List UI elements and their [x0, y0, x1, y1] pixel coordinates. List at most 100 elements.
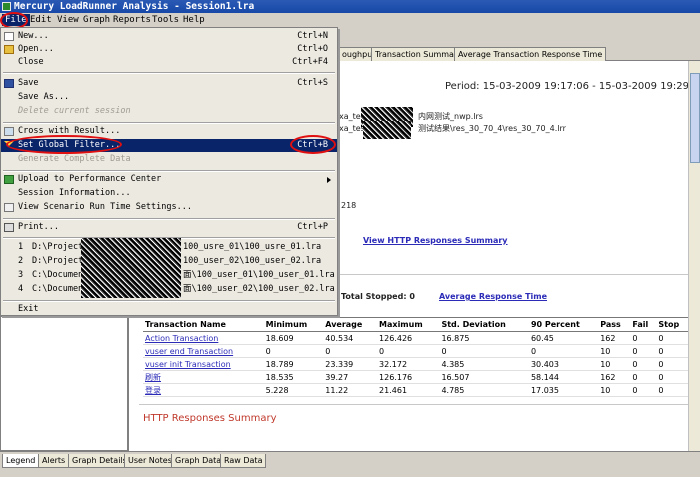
menu-item-label: Upload to Performance Center [18, 174, 162, 184]
recent-file-path-end: 100_user_02\100_user_02.lra [183, 256, 322, 266]
table-cell: 23.339 [323, 357, 378, 371]
menu-item-generate-complete-data: Generate Complete Data [1, 153, 337, 166]
upload-icon [4, 175, 14, 184]
menu-item-print[interactable]: Print... Ctrl+P [1, 221, 337, 234]
table-cell: 126.176 [377, 370, 440, 384]
menu-item-label: Session Information... [18, 188, 131, 198]
http-responses-section-title: HTTP Responses Summary [143, 413, 277, 424]
table-cell: 40.534 [323, 331, 378, 345]
printer-icon [4, 223, 14, 232]
menu-item-shortcut: Ctrl+S [297, 78, 328, 88]
table-cell: 17.035 [528, 383, 599, 397]
menu-item-shortcut: Ctrl+O [297, 44, 328, 54]
menu-item-exit[interactable]: Exit [1, 303, 337, 316]
recent-file-path-end: 面\100_user_02\100_user_02.lra [183, 284, 335, 294]
title-bar: Mercury LoadRunner Analysis - Session1.l… [0, 0, 700, 13]
vertical-scrollbar[interactable] [688, 61, 700, 451]
table-cell: 0 [656, 383, 688, 397]
column-header: Transaction Name [143, 317, 264, 332]
menu-item-save-as[interactable]: Save As... [1, 91, 337, 104]
average-response-time-link[interactable]: Average Response Time [439, 292, 547, 301]
menu-item-label: New... [18, 31, 49, 41]
submenu-arrow-icon [327, 177, 331, 183]
table-cell: 16.875 [439, 331, 529, 345]
menu-item-label: Close [18, 57, 44, 67]
toolbar [338, 27, 700, 46]
tab-graph-data[interactable]: Graph Data [171, 454, 226, 468]
tab-average-transaction-response-time[interactable]: Average Transaction Response Time [454, 47, 607, 61]
open-folder-icon [4, 45, 14, 54]
table-cell: 11.22 [323, 383, 378, 397]
menu-item-label: View Scenario Run Time Settings... [18, 202, 192, 212]
menu-item-save[interactable]: Save Ctrl+S [1, 77, 337, 90]
recent-file-path-end: 面\100_user_01\100_user_01.lra [183, 270, 335, 280]
transaction-link[interactable]: vuser end Transaction [143, 344, 264, 358]
column-header: 90 Percent [528, 317, 599, 332]
table-cell: 0 [630, 357, 657, 371]
tab-user-notes[interactable]: User Notes [124, 454, 176, 468]
tab-legend[interactable]: Legend [2, 454, 40, 468]
menu-edit[interactable]: Edit [30, 14, 52, 26]
column-header: Stop [656, 317, 688, 332]
transaction-link[interactable]: vuser init Transaction [143, 357, 264, 371]
tab-transaction-summary[interactable]: Transaction Summary [371, 47, 466, 61]
recent-file-path-end: 100_usre_01\100_usre_01.lra [183, 242, 322, 252]
table-cell: 0 [656, 331, 688, 345]
table-cell: 60.45 [528, 331, 599, 345]
app-icon [2, 2, 11, 11]
cross-result-icon [4, 127, 14, 136]
column-header: Fail [630, 317, 657, 332]
table-cell: 0 [630, 383, 657, 397]
table-row: 刷新 18.535 39.27 126.176 16.507 58.144 16… [143, 370, 688, 384]
menu-item-close[interactable]: Close Ctrl+F4 [1, 56, 337, 69]
menu-item-shortcut: Ctrl+P [297, 222, 328, 232]
transaction-link[interactable]: 刷新 [143, 370, 264, 384]
menu-item-view-scenario[interactable]: View Scenario Run Time Settings... [1, 201, 337, 214]
table-cell: 0 [630, 344, 657, 358]
table-header-row: Transaction Name Minimum Average Maximum… [143, 317, 688, 332]
new-file-icon [4, 32, 14, 41]
menu-item-new[interactable]: New... Ctrl+N [1, 30, 337, 43]
menu-separator [3, 300, 335, 302]
menu-help[interactable]: Help [183, 14, 205, 26]
table-cell: 4.785 [439, 383, 529, 397]
menu-item-label: Save As... [18, 92, 70, 102]
session-explorer[interactable] [0, 316, 128, 451]
maximum-running-vusers: 218 [341, 201, 357, 210]
menu-separator [3, 170, 335, 172]
scrollbar-thumb[interactable] [690, 73, 700, 163]
column-header: Std. Deviation [439, 317, 529, 332]
table-cell: 4.385 [439, 357, 529, 371]
table-cell: 162 [598, 370, 631, 384]
period-text: Period: 15-03-2009 19:17:06 - 15-03-2009… [445, 81, 688, 92]
menu-tools[interactable]: Tools [152, 14, 179, 26]
menu-separator [3, 72, 335, 74]
menu-view[interactable]: View [57, 14, 79, 26]
menu-graph[interactable]: Graph [83, 14, 110, 26]
tab-alerts[interactable]: Alerts [38, 454, 70, 468]
table-row: 登录 5.228 11.22 21.461 4.785 17.035 10 0 … [143, 383, 688, 397]
menu-item-label: Print... [18, 222, 59, 232]
table-row: vuser init Transaction 18.789 23.339 32.… [143, 357, 688, 371]
transaction-table: Transaction Name Minimum Average Maximum… [143, 317, 688, 397]
tab-raw-data[interactable]: Raw Data [220, 454, 267, 468]
save-icon [4, 79, 14, 88]
transaction-link[interactable]: Action Transaction [143, 331, 264, 345]
table-cell: 0 [439, 344, 529, 358]
view-http-responses-link[interactable]: View HTTP Responses Summary [363, 236, 508, 245]
menu-item-session-information[interactable]: Session Information... [1, 187, 337, 200]
recent-file-number: 4 [18, 284, 24, 294]
table-cell: 0 [656, 344, 688, 358]
table-cell: 162 [598, 331, 631, 345]
menu-item-open[interactable]: Open... Ctrl+O [1, 43, 337, 56]
menu-reports[interactable]: Reports [113, 14, 151, 26]
tab-graph-details[interactable]: Graph Details [68, 454, 131, 468]
table-cell: 0 [656, 357, 688, 371]
redaction-scribble [81, 238, 181, 298]
table-cell: 0 [377, 344, 440, 358]
table-cell: 5.228 [263, 383, 324, 397]
table-cell: 0 [656, 370, 688, 384]
column-header: Maximum [377, 317, 440, 332]
transaction-link[interactable]: 登录 [143, 383, 264, 397]
menu-item-upload[interactable]: Upload to Performance Center [1, 173, 337, 186]
